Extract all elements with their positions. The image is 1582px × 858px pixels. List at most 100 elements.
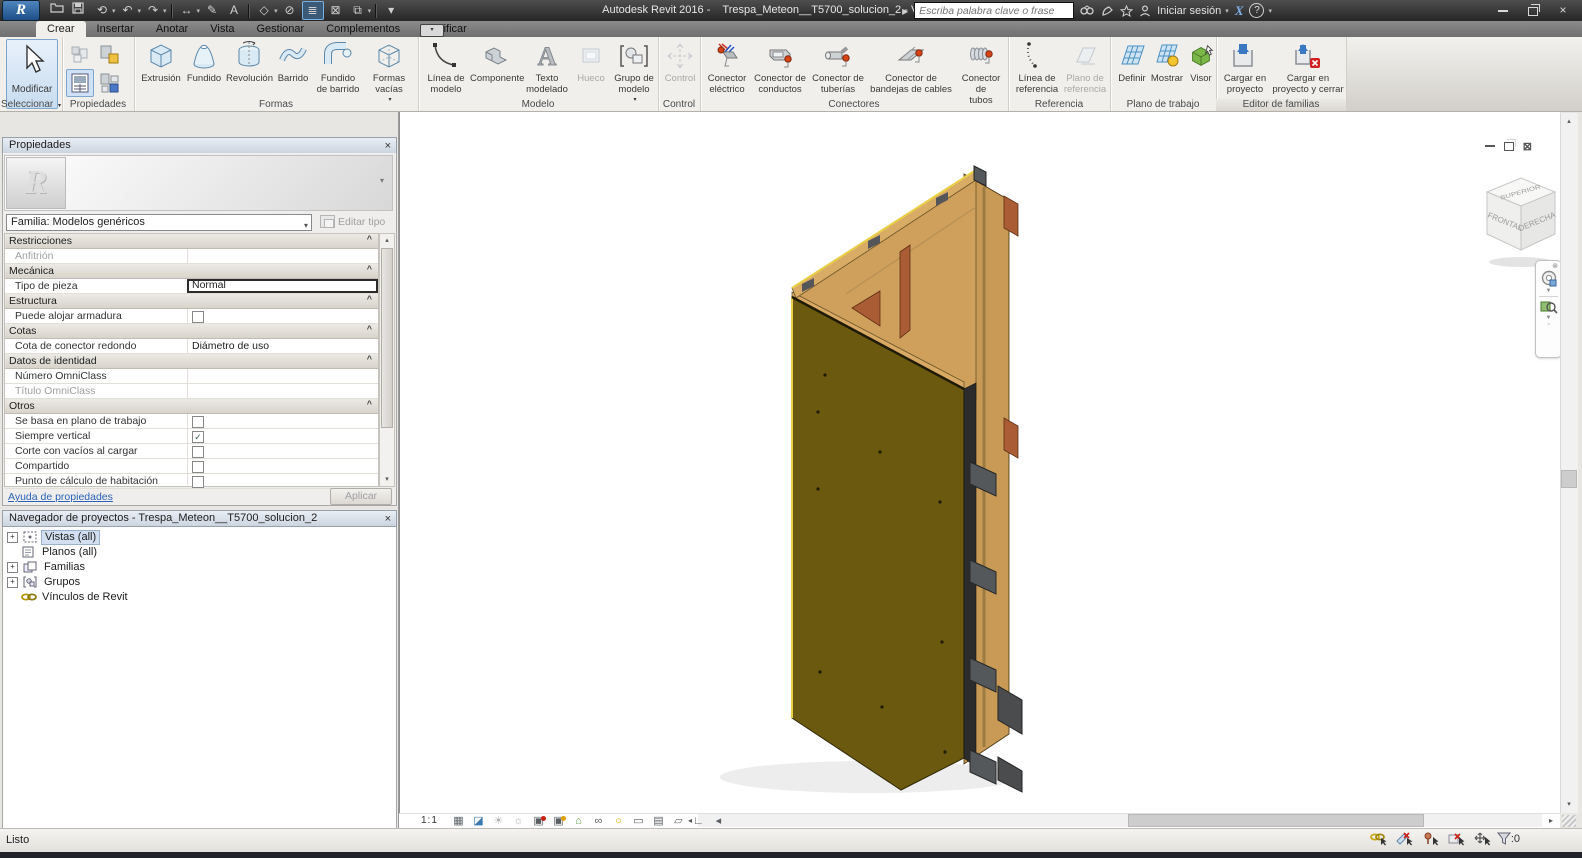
favorites-star-icon[interactable] xyxy=(1120,5,1133,17)
navbar-more-icon[interactable]: ◦ xyxy=(1536,321,1561,328)
expand-icon[interactable]: + xyxy=(7,532,18,543)
property-group[interactable]: Estructura^ xyxy=(5,294,378,309)
steering-wheel-icon[interactable] xyxy=(1536,270,1561,288)
property-group[interactable]: Datos de identidad^ xyxy=(5,354,378,369)
signin-person-icon[interactable] xyxy=(1139,5,1151,17)
view-minimize-icon[interactable] xyxy=(1485,140,1495,153)
detail-level-icon[interactable]: ▦ xyxy=(451,814,466,828)
panel-label-seleccionar[interactable]: Seleccionar ▾ xyxy=(0,99,62,111)
signin-label[interactable]: Iniciar sesión xyxy=(1157,5,1221,17)
shadows-icon[interactable]: ☼ xyxy=(511,814,526,828)
ribbon-button-linea-de-referencia[interactable]: Línea dereferencia xyxy=(1014,39,1060,99)
redo-icon[interactable]: ↷ xyxy=(143,2,163,19)
property-group[interactable]: Mecánica^ xyxy=(5,264,378,279)
save-icon[interactable] xyxy=(70,2,90,19)
tab-crear[interactable]: Crear xyxy=(36,21,86,37)
property-group[interactable]: Otros^ xyxy=(5,399,378,414)
search-expander-icon[interactable]: ▸ xyxy=(902,4,908,18)
properties-palette-title[interactable]: Propiedades × xyxy=(2,137,397,154)
switch-windows-dropdown-icon[interactable]: ▾ xyxy=(368,7,372,15)
3d-view-dropdown-icon[interactable]: ▾ xyxy=(274,7,278,15)
properties-help-link[interactable]: Ayuda de propiedades xyxy=(8,491,113,503)
property-value[interactable] xyxy=(187,369,378,383)
scroll-right-icon[interactable]: ▸ xyxy=(1544,814,1558,827)
tree-item-vinculos[interactable]: Vínculos de Revit xyxy=(7,590,131,604)
ribbon-button-fundido-de-barrido[interactable]: Fundidode barrido xyxy=(314,39,362,99)
tree-item-familias[interactable]: + Familias xyxy=(7,560,88,574)
property-value[interactable]: Diámetro de uso xyxy=(187,339,378,353)
viewcube[interactable]: SUPERIOR FRONTAL DERECHA xyxy=(1481,172,1571,270)
solid-forms-button[interactable] xyxy=(96,41,124,69)
exchange-apps-icon[interactable]: X xyxy=(1235,3,1244,19)
tag-icon[interactable]: A xyxy=(224,2,244,19)
ribbon-button-visor[interactable]: Visor xyxy=(1186,39,1216,99)
undo-icon[interactable]: ↶ xyxy=(118,2,138,19)
properties-close-icon[interactable]: × xyxy=(385,139,391,154)
checkbox-unchecked[interactable] xyxy=(192,461,204,473)
ribbon-button-conector-conductos[interactable]: Conector deconductos xyxy=(752,39,808,99)
vertical-scrollbar[interactable]: ▴ ▾ xyxy=(1560,113,1578,813)
vertical-scrollbar-thumb[interactable] xyxy=(1561,470,1577,488)
ribbon-button-conector-tuberias[interactable]: Conector detuberías xyxy=(810,39,866,99)
tab-vista[interactable]: Vista xyxy=(199,21,245,37)
family-types-button[interactable] xyxy=(66,41,94,69)
checkbox-unchecked[interactable] xyxy=(192,476,204,488)
measure-icon[interactable]: ↔ xyxy=(177,2,197,19)
ribbon-button-cargar-en-proyecto[interactable]: Cargar enproyecto xyxy=(1222,39,1268,99)
properties-palette-button[interactable] xyxy=(66,69,94,97)
ribbon-button-componente[interactable]: Componente xyxy=(470,39,522,99)
undo-dropdown-icon[interactable]: ▾ xyxy=(138,7,142,15)
tree-item-vistas[interactable]: + Vistas (all) xyxy=(7,530,100,544)
panel-label-propiedades[interactable]: Propiedades xyxy=(62,99,134,111)
ribbon-button-formas-vacias[interactable]: Formasvacías▾ xyxy=(364,39,414,99)
apply-button[interactable]: Aplicar xyxy=(330,488,392,505)
view-close-icon[interactable]: ⊠ xyxy=(1523,140,1532,153)
project-browser-title[interactable]: Navegador de proyectos - Trespa_Meteon__… xyxy=(2,510,397,527)
project-browser-close-icon[interactable]: × xyxy=(385,512,391,527)
tab-complementos[interactable]: Complementos xyxy=(315,21,411,37)
steering-wheel-dropdown-icon[interactable]: ▼ xyxy=(1536,288,1561,294)
property-group[interactable]: Cotas^ xyxy=(5,324,378,339)
help-dropdown-icon[interactable]: ▾ xyxy=(1268,7,1272,15)
selection-filter[interactable]: :0 xyxy=(1497,832,1520,845)
tree-item-grupos[interactable]: + Grupos xyxy=(7,575,83,589)
reveal-hidden-elements-icon[interactable]: ○ xyxy=(611,814,626,828)
connector-forms-button[interactable] xyxy=(96,69,124,97)
restore-button[interactable] xyxy=(1518,0,1548,21)
ribbon-button-mostrar[interactable]: Mostrar xyxy=(1150,39,1184,99)
checkbox-checked[interactable]: ✓ xyxy=(192,431,204,443)
ribbon-button-barrido[interactable]: Barrido xyxy=(274,39,312,99)
signin-dropdown-icon[interactable]: ▾ xyxy=(1225,7,1229,15)
horizontal-scrollbar-thumb[interactable] xyxy=(1128,814,1424,827)
aligned-dimension-icon[interactable]: ✎ xyxy=(202,2,222,19)
tab-insertar[interactable]: Insertar xyxy=(86,21,145,37)
close-hidden-windows-icon[interactable]: ⊠ xyxy=(326,2,346,19)
navbar-close-icon[interactable]: ⊗ xyxy=(1536,261,1561,270)
ribbon-button-texto-modelado[interactable]: Textomodelado xyxy=(524,39,570,99)
displacement-sets-icon[interactable]: ▱ xyxy=(671,814,686,828)
ribbon-button-extrusion[interactable]: Extrusión xyxy=(140,39,182,99)
ribbon-button-conector-tubos[interactable]: Conector detubos xyxy=(956,39,1006,99)
property-value[interactable] xyxy=(187,384,378,398)
crop-region-icon[interactable]: ⌂ xyxy=(571,814,586,828)
tab-gestionar[interactable]: Gestionar xyxy=(246,21,316,37)
sync-icon[interactable]: ⟲ xyxy=(92,2,112,19)
ribbon-button-definir[interactable]: Definir xyxy=(1116,39,1148,99)
preview-dropdown-icon[interactable]: ▾ xyxy=(380,176,384,185)
subscription-icon[interactable] xyxy=(1101,5,1114,17)
section-icon[interactable]: ⊘ xyxy=(280,2,300,19)
ribbon-button-conector-electrico[interactable]: Conectoreléctrico xyxy=(704,39,750,99)
search-icon[interactable] xyxy=(1080,5,1095,17)
ribbon-button-linea-de-modelo[interactable]: Línea demodelo xyxy=(424,39,468,99)
select-pinned-icon[interactable] xyxy=(1422,832,1440,846)
3d-model[interactable] xyxy=(400,112,1560,812)
view-scale-button[interactable]: 1:1 xyxy=(421,815,438,826)
close-button[interactable]: × xyxy=(1548,0,1578,21)
checkbox-unchecked[interactable] xyxy=(192,446,204,458)
switch-windows-icon[interactable]: ⧉ xyxy=(348,2,368,19)
checkbox-unchecked[interactable] xyxy=(192,416,204,428)
ribbon-button-fundido[interactable]: Fundido xyxy=(184,39,224,99)
open-icon[interactable] xyxy=(48,2,68,19)
properties-scrollbar-thumb[interactable] xyxy=(381,248,393,428)
search-input[interactable] xyxy=(914,2,1074,19)
